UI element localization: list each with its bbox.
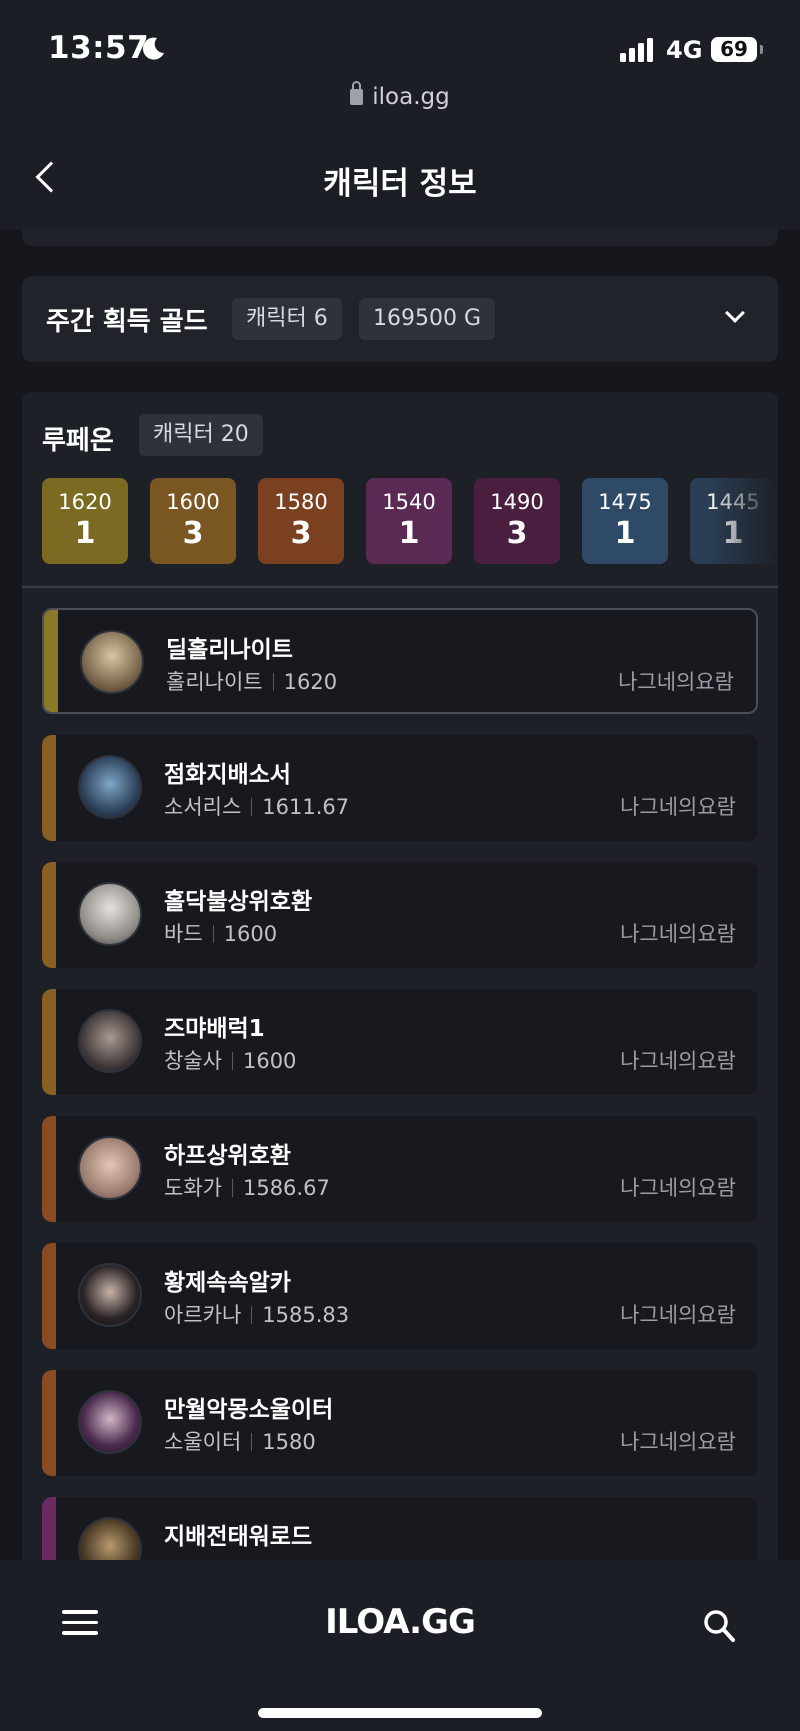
character-meta: 홀리나이트 1620 [166,670,338,694]
battery-icon: 69 [711,37,763,62]
character-name: 점화지배소서 [164,762,291,788]
level-filter-row[interactable]: 16201 16003 15803 15401 14903 14751 1445… [42,478,778,568]
status-time: 13:57 [48,30,150,66]
avatar [78,882,142,946]
network-type: 4G [666,36,703,64]
tier-bar [42,735,56,841]
avatar [78,1136,142,1200]
character-server: 나그네의요람 [620,795,736,819]
server-name: 루페온 [42,426,114,456]
home-indicator[interactable] [258,1708,542,1718]
tier-bar [42,1243,56,1349]
site-logo[interactable]: ILOA.GG [0,1602,800,1642]
character-name: 홀닥불상위호환 [164,889,313,915]
url-bar[interactable]: iloa.gg [0,81,800,110]
character-name: 황제속속알카 [164,1270,291,1296]
chevron-down-icon[interactable] [725,303,745,323]
character-meta: 소울이터 1580 [164,1430,316,1454]
character-meta: 아르카나 1585.83 [164,1303,350,1327]
character-meta: 도화가 1586.67 [164,1176,330,1200]
character-row[interactable]: 하프상위호환 도화가 1586.67 나그네의요람 [42,1116,758,1222]
level-chip[interactable]: 1580 3 [258,478,344,564]
level-chip[interactable]: 1600 3 [150,478,236,564]
characters-chip: 캐릭터 6 [232,298,342,340]
character-server: 나그네의요람 [620,922,736,946]
character-row[interactable]: 홀닥불상위호환 바드 1600 나그네의요람 [42,862,758,968]
character-name: 즈먀배럭1 [164,1016,265,1042]
character-meta: 바드 1600 [164,922,278,946]
tier-bar [42,1497,56,1560]
level-chip[interactable]: 1475 1 [582,478,668,564]
content-area[interactable]: 주간 획득 골드 캐릭터 6 169500 G 루페온 캐릭터 20 1620 1… [0,230,800,1560]
character-meta: 창술사 1600 [164,1049,297,1073]
character-row[interactable]: 딜홀리나이트 홀리나이트 1620 나그네의요람 [42,608,758,714]
character-server: 나그네의요람 [620,1303,736,1327]
character-server: 나그네의요람 [618,670,734,694]
avatar [78,1517,142,1560]
character-server: 나그네의요람 [620,1049,736,1073]
level-chip[interactable]: 1490 3 [474,478,560,564]
search-icon[interactable] [703,1608,735,1644]
character-row[interactable]: 황제속속알카 아르카나 1585.83 나그네의요람 [42,1243,758,1349]
weekly-gold-card[interactable]: 주간 획득 골드 캐릭터 6 169500 G [22,276,778,362]
character-name: 하프상위호환 [164,1143,291,1169]
tier-bar [42,1116,56,1222]
scroll-fade [708,478,778,568]
weekly-gold-title: 주간 획득 골드 [46,307,208,337]
tier-bar [42,989,56,1095]
server-group-card: 루페온 캐릭터 20 1620 1 1600 3 1580 3 1540 1 1490 3… [22,392,778,1560]
tier-bar [44,610,58,712]
character-row[interactable]: 만월악몽소울이터 소울이터 1580 나그네의요람 [42,1370,758,1476]
signal-icon [620,38,653,62]
avatar [78,1390,142,1454]
tier-bar [42,1370,56,1476]
avatar [80,630,144,694]
lock-icon [350,81,364,105]
character-row[interactable]: 즈먀배럭1 창술사 1600 나그네의요람 [42,989,758,1095]
divider [22,586,778,588]
moon-icon [142,37,164,60]
tier-bar [42,862,56,968]
character-meta: 소서리스 1611.67 [164,795,350,819]
avatar [78,755,142,819]
character-row[interactable]: 지배전태워로드 [42,1497,758,1560]
url-text: iloa.gg [372,84,450,110]
character-name: 지배전태워로드 [164,1524,313,1550]
previous-card [22,230,778,246]
gold-chip: 169500 G [359,298,496,340]
avatar [78,1263,142,1327]
top-bar: 13:57 4G 69 iloa.gg 캐릭터 정보 [0,0,800,230]
bottom-nav: ILOA.GG [0,1560,800,1731]
page-title: 캐릭터 정보 [323,166,477,202]
server-count-chip: 캐릭터 20 [139,414,263,456]
character-server: 나그네의요람 [620,1430,736,1454]
character-server: 나그네의요람 [620,1176,736,1200]
character-name: 딜홀리나이트 [166,637,293,663]
avatar [78,1009,142,1073]
level-chip[interactable]: 1540 1 [366,478,452,564]
level-chip[interactable]: 1620 1 [42,478,128,564]
character-name: 만월악몽소울이터 [164,1397,334,1423]
character-row[interactable]: 점화지배소서 소서리스 1611.67 나그네의요람 [42,735,758,841]
